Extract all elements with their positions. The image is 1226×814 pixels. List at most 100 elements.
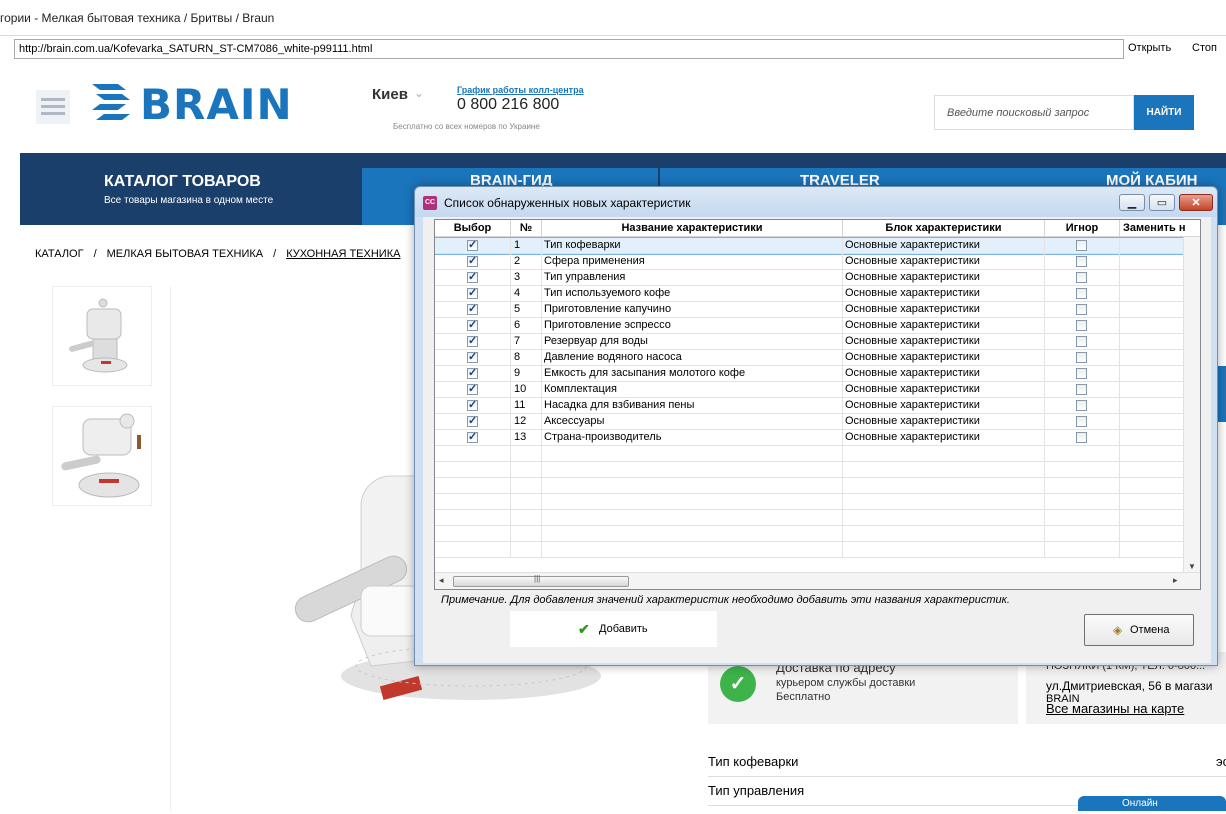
check-icon: ✓ [720, 666, 756, 702]
chevron-down-icon[interactable]: ⌄ [414, 86, 424, 100]
scroll-thumb[interactable]: ||| [453, 574, 629, 587]
address-input[interactable]: http://brain.com.ua/Kofevarka_SATURN_ST-… [14, 39, 1124, 59]
select-checkbox[interactable] [467, 302, 478, 317]
characteristic-block: Основные характеристики [843, 350, 1045, 366]
ignore-checkbox[interactable] [1076, 336, 1087, 347]
select-checkbox[interactable] [467, 430, 478, 445]
ignore-checkbox[interactable] [1076, 368, 1087, 379]
search-button[interactable]: НАЙТИ [1134, 95, 1194, 130]
select-checkbox[interactable] [467, 318, 478, 333]
characteristic-block: Основные характеристики [843, 398, 1045, 414]
select-checkbox[interactable] [467, 286, 478, 301]
row-number: 7 [511, 334, 542, 350]
horizontal-scrollbar[interactable]: ◂ ||| ▸ [435, 572, 1200, 589]
table-row[interactable]: 1Тип кофеваркиОсновные характеристики [435, 237, 1186, 255]
stores-map-link[interactable]: Все магазины на карте [1046, 701, 1184, 716]
breadcrumb-catalog[interactable]: КАТАЛОГ [35, 248, 84, 260]
empty-cell [542, 478, 843, 494]
breadcrumb-separator: / [93, 248, 97, 260]
call-center-hours-link[interactable]: График работы колл-центра [457, 85, 584, 95]
logo-text: BRAIN [140, 80, 293, 129]
empty-cell [843, 494, 1045, 510]
row-number: 3 [511, 270, 542, 286]
table-row[interactable]: 13Страна-производительОсновные характери… [435, 430, 1185, 446]
scroll-left-icon[interactable]: ◂ [439, 575, 444, 586]
ignore-checkbox[interactable] [1076, 416, 1087, 427]
table-row[interactable]: 2Сфера примененияОсновные характеристики [435, 254, 1185, 270]
table-row[interactable]: 11Насадка для взбивания пеныОсновные хар… [435, 398, 1185, 414]
characteristic-block: Основные характеристики [843, 318, 1045, 334]
empty-cell [1045, 526, 1120, 542]
col-name[interactable]: Название характеристики [542, 220, 843, 237]
col-select[interactable]: Выбор [435, 220, 511, 237]
select-cell [435, 382, 511, 398]
scroll-right-icon[interactable]: ▸ [1173, 575, 1178, 586]
ignore-checkbox[interactable] [1076, 240, 1087, 251]
select-checkbox[interactable] [467, 350, 478, 365]
open-button[interactable]: Открыть [1128, 42, 1171, 54]
select-checkbox[interactable] [467, 334, 478, 349]
characteristic-name: Давление водяного насоса [542, 350, 843, 366]
characteristic-name: Тип кофеварки [542, 238, 843, 254]
characteristic-name: Тип управления [542, 270, 843, 286]
add-button[interactable]: ✔ Добавить [509, 610, 718, 648]
table-row[interactable]: 5Приготовление капучиноОсновные характер… [435, 302, 1185, 318]
online-chat-button[interactable]: Онлайн [1078, 796, 1226, 811]
ignore-checkbox[interactable] [1076, 432, 1087, 443]
empty-cell [1045, 478, 1120, 494]
ignore-checkbox[interactable] [1076, 352, 1087, 363]
scroll-down-icon[interactable]: ▼ [1188, 562, 1196, 571]
delivery-method: курьером службы доставки [776, 677, 916, 689]
select-checkbox[interactable] [467, 238, 478, 253]
minimize-button[interactable]: ▁ [1119, 194, 1145, 211]
row-number: 6 [511, 318, 542, 334]
select-cell [435, 302, 511, 318]
select-checkbox[interactable] [467, 398, 478, 413]
col-ignore[interactable]: Игнор [1045, 220, 1120, 237]
col-number[interactable]: № [511, 220, 542, 237]
table-row[interactable]: 4Тип используемого кофеОсновные характер… [435, 286, 1185, 302]
stop-button[interactable]: Стоп [1192, 42, 1217, 54]
add-button-label: Добавить [599, 623, 648, 635]
table-row[interactable]: 9Емкость для засыпания молотого кофеОсно… [435, 366, 1185, 382]
product-thumbnail[interactable] [52, 406, 152, 506]
breadcrumb-kitchen[interactable]: КУХОННАЯ ТЕХНИКА [286, 248, 400, 260]
nav-catalog-title[interactable]: КАТАЛОГ ТОВАРОВ [104, 173, 261, 191]
product-thumbnail[interactable] [52, 286, 152, 386]
select-checkbox[interactable] [467, 366, 478, 381]
select-checkbox[interactable] [467, 414, 478, 429]
breadcrumb-small-appliances[interactable]: МЕЛКАЯ БЫТОВАЯ ТЕХНИКА [107, 248, 264, 260]
maximize-icon: ▭ [1156, 197, 1168, 209]
table-row[interactable]: 8Давление водяного насосаОсновные характ… [435, 350, 1185, 366]
menu-icon[interactable] [36, 90, 70, 124]
ignore-checkbox[interactable] [1076, 272, 1087, 283]
ignore-checkbox[interactable] [1076, 304, 1087, 315]
table-row[interactable]: 6Приготовление эспрессоОсновные характер… [435, 318, 1185, 334]
minimize-icon: ▁ [1127, 197, 1137, 209]
ignore-checkbox[interactable] [1076, 400, 1087, 411]
dialog-title-bar[interactable]: CC Список обнаруженных новых характерист… [415, 187, 1217, 217]
ignore-checkbox[interactable] [1076, 320, 1087, 331]
select-checkbox[interactable] [467, 382, 478, 397]
select-checkbox[interactable] [467, 254, 478, 269]
ignore-checkbox[interactable] [1076, 256, 1087, 267]
vertical-scrollbar[interactable]: ▼ [1183, 237, 1200, 573]
city-selector[interactable]: Киев [372, 86, 408, 103]
empty-cell [435, 494, 511, 510]
table-row[interactable]: 10КомплектацияОсновные характеристики [435, 382, 1185, 398]
table-row[interactable]: 7Резервуар для водыОсновные характеристи… [435, 334, 1185, 350]
close-button[interactable]: ✕ [1179, 194, 1213, 211]
ignore-checkbox[interactable] [1076, 384, 1087, 395]
ignore-checkbox[interactable] [1076, 288, 1087, 299]
cancel-button[interactable]: ◈ Отмена [1084, 614, 1194, 646]
table-row[interactable]: 12АксессуарыОсновные характеристики [435, 414, 1185, 430]
table-row[interactable]: 3Тип управленияОсновные характеристики [435, 270, 1185, 286]
brain-logo[interactable]: BRAIN [88, 80, 338, 130]
col-replace[interactable]: Заменить н [1120, 220, 1200, 237]
characteristic-block: Основные характеристики [843, 430, 1045, 446]
col-block[interactable]: Блок характеристики [843, 220, 1045, 237]
search-input[interactable]: Введите поисковый запрос [934, 95, 1134, 130]
empty-cell [511, 526, 542, 542]
select-checkbox[interactable] [467, 270, 478, 285]
maximize-button[interactable]: ▭ [1149, 194, 1175, 211]
